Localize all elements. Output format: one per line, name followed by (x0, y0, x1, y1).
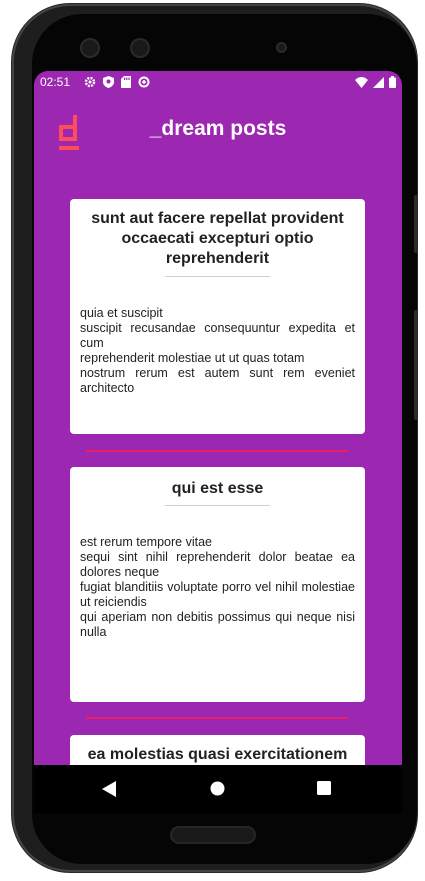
app-screen: 02:51 _dream posts sunt aut facere repel… (34, 71, 402, 765)
post-body-line: qui aperiam non debitis possimus qui neq… (80, 610, 355, 639)
post-body-line: nostrum rerum est autem sunt rem eveniet… (80, 366, 355, 395)
shield-icon (103, 76, 114, 88)
post-body-line: fugiat blanditiis voluptate porro vel ni… (80, 580, 355, 609)
post-body-line: quia et suscipit (80, 306, 163, 320)
post-body-line: suscipit recusandae consequuntur expedit… (80, 321, 355, 350)
sd-card-icon (121, 76, 131, 88)
post-title: qui est esse (171, 480, 264, 497)
status-bar: 02:51 (34, 71, 402, 95)
post-body-line: est rerum tempore vitae (80, 535, 212, 549)
system-nav-bar (34, 765, 402, 813)
post-separator (86, 717, 348, 719)
wifi-icon (355, 76, 368, 88)
app-bar: _dream posts (34, 95, 402, 167)
recents-icon[interactable] (317, 781, 331, 795)
post-body: est rerum tempore vitae sequi sint nihil… (80, 535, 355, 640)
back-icon[interactable] (102, 781, 116, 797)
gear-icon (84, 76, 96, 88)
post-card[interactable]: qui est esse est rerum tempore vitae seq… (70, 467, 365, 702)
signal-icon (373, 76, 384, 88)
title-divider (165, 276, 270, 277)
post-body-line: sequi sint nihil reprehenderit dolor bea… (80, 550, 355, 579)
front-camera-left (80, 38, 100, 58)
status-time: 02:51 (40, 75, 71, 89)
data-saver-icon (138, 76, 150, 88)
post-title: sunt aut facere repellat provident occae… (91, 210, 344, 267)
post-separator (86, 450, 348, 452)
post-body-line: reprehenderit molestiae ut ut quas totam (80, 351, 305, 365)
post-card[interactable]: ea molestias quasi exercitationem (70, 735, 365, 765)
power-button (414, 195, 418, 253)
bottom-speaker (170, 826, 256, 844)
post-body: quia et suscipit suscipit recusandae con… (80, 306, 355, 396)
proximity-sensor (276, 42, 287, 53)
post-title: ea molestias quasi exercitationem (87, 746, 348, 763)
app-title: _dream posts (149, 117, 287, 140)
front-camera-right (130, 38, 150, 58)
battery-icon (389, 76, 396, 88)
home-icon[interactable] (210, 781, 225, 796)
volume-button (414, 310, 418, 420)
title-divider (165, 505, 270, 506)
post-card[interactable]: sunt aut facere repellat provident occae… (70, 199, 365, 434)
